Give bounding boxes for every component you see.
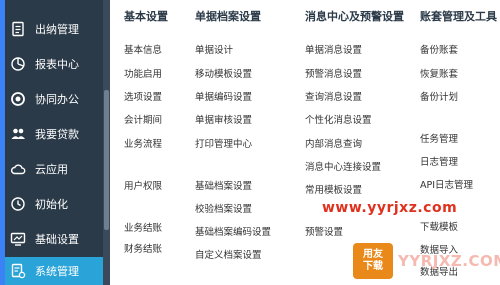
menu-link[interactable]: 单据编码设置 [195, 89, 252, 103]
sidebar-item-reports[interactable]: 报表中心 [5, 48, 103, 80]
menu-link[interactable]: 备份账套 [420, 42, 458, 56]
menu-link[interactable]: 消息中心连接设置 [305, 159, 381, 173]
column-title: 消息中心及预警设置 [305, 10, 404, 23]
sidebar: 出纳管理 报表中心 协同办公 我要贷款 云应用 初始化 基础设置 系统管理 [0, 0, 110, 285]
menu-link[interactable]: 任务管理 [420, 131, 458, 145]
menu-link[interactable]: 单据设计 [195, 42, 233, 56]
monitor-icon [9, 230, 27, 248]
menu-link[interactable]: 预警消息设置 [305, 66, 362, 80]
menu-link[interactable]: 备份计划 [420, 89, 458, 103]
sidebar-item-cashier[interactable]: 出纳管理 [5, 13, 103, 45]
sidebar-item-label: 出纳管理 [35, 23, 79, 36]
menu-column-document-archive-settings: 单据档案设置 单据设计 移动模板设置 单据编码设置 单据审核设置 打印管理中心 … [195, 8, 295, 278]
menu-link[interactable]: 下载模板 [420, 219, 458, 233]
menu-link[interactable]: 校验档案设置 [195, 201, 252, 215]
column-title: 基本设置 [124, 10, 168, 23]
menu-link[interactable]: 单据消息设置 [305, 42, 362, 56]
menu-link[interactable]: 查询消息设置 [305, 89, 362, 103]
watermark-badge-line: 下载 [363, 261, 383, 272]
menu-link[interactable]: 会计期间 [124, 112, 162, 126]
sidebar-item-label: 协同办公 [35, 93, 79, 106]
menu-link[interactable]: 打印管理中心 [195, 136, 252, 150]
sidebar-item-label: 系统管理 [35, 265, 79, 278]
watermark-brand: YYRJXZ.COM [398, 252, 500, 270]
watermark-logo-badge: 用友 下载 [353, 243, 393, 279]
sidebar-item-label: 报表中心 [35, 58, 79, 71]
sidebar-scrollbar[interactable] [103, 0, 110, 285]
menu-link[interactable]: 移动模板设置 [195, 66, 252, 80]
menu-link[interactable]: 业务流程 [124, 136, 162, 150]
menu-link[interactable]: 用户权限 [124, 178, 162, 192]
sidebar-item-loan[interactable]: 我要贷款 [5, 118, 103, 150]
clock-icon [9, 195, 27, 213]
menu-link[interactable]: 个性化消息设置 [305, 112, 372, 126]
sidebar-item-cloud-apps[interactable]: 云应用 [5, 153, 103, 185]
system-management-menu: 基本设置 基本信息 功能启用 选项设置 会计期间 业务流程 用户权限 业务结账 … [118, 0, 500, 285]
sidebar-item-collaboration[interactable]: 协同办公 [5, 83, 103, 115]
menu-column-account-tools: 账套管理及工具 备份账套 恢复账套 备份计划 任务管理 日志管理 API日志管理… [420, 8, 498, 278]
menu-link[interactable]: 常用模板设置 [305, 182, 362, 196]
menu-column-basic-settings: 基本设置 基本信息 功能启用 选项设置 会计期间 业务流程 用户权限 业务结账 … [124, 8, 194, 278]
pie-chart-icon [9, 55, 27, 73]
sidebar-item-initialize[interactable]: 初始化 [5, 188, 103, 220]
menu-link[interactable]: API日志管理 [420, 177, 473, 191]
menu-link[interactable]: 自定义档案设置 [195, 247, 262, 261]
target-icon [9, 90, 27, 108]
document-icon [9, 20, 27, 38]
document-gear-icon [9, 262, 27, 280]
menu-column-message-alert-settings: 消息中心及预警设置 单据消息设置 预警消息设置 查询消息设置 个性化消息设置 内… [305, 8, 410, 278]
people-icon [9, 125, 27, 143]
menu-link[interactable]: 单据审核设置 [195, 112, 252, 126]
watermark-badge-line: 用友 [363, 249, 383, 260]
sidebar-item-label: 初始化 [35, 198, 68, 211]
menu-link[interactable]: 选项设置 [124, 89, 162, 103]
sidebar-item-base-settings[interactable]: 基础设置 [5, 223, 103, 255]
menu-link[interactable]: 财务结账 [124, 241, 162, 255]
sidebar-scroll-thumb[interactable] [104, 90, 109, 230]
menu-link[interactable]: 功能启用 [124, 66, 162, 80]
menu-link[interactable]: 恢复账套 [420, 66, 458, 80]
menu-link[interactable]: 内部消息查询 [305, 136, 362, 150]
column-title: 单据档案设置 [195, 10, 261, 23]
menu-link[interactable]: 日志管理 [420, 154, 458, 168]
sidebar-item-label: 基础设置 [35, 233, 79, 246]
menu-link[interactable]: 基础档案编码设置 [195, 224, 271, 238]
menu-link[interactable]: 预警设置 [305, 224, 343, 238]
sidebar-item-label: 云应用 [35, 163, 68, 176]
sidebar-item-system-management[interactable]: 系统管理 [5, 257, 103, 285]
sidebar-item-label: 我要贷款 [35, 128, 79, 141]
menu-link[interactable]: 基本信息 [124, 42, 162, 56]
watermark-url: www.yyrjxz.com [322, 200, 458, 216]
column-title: 账套管理及工具 [420, 10, 497, 23]
cloud-icon [9, 160, 27, 178]
menu-link[interactable]: 业务结账 [124, 220, 162, 234]
menu-link[interactable]: 基础档案设置 [195, 178, 252, 192]
